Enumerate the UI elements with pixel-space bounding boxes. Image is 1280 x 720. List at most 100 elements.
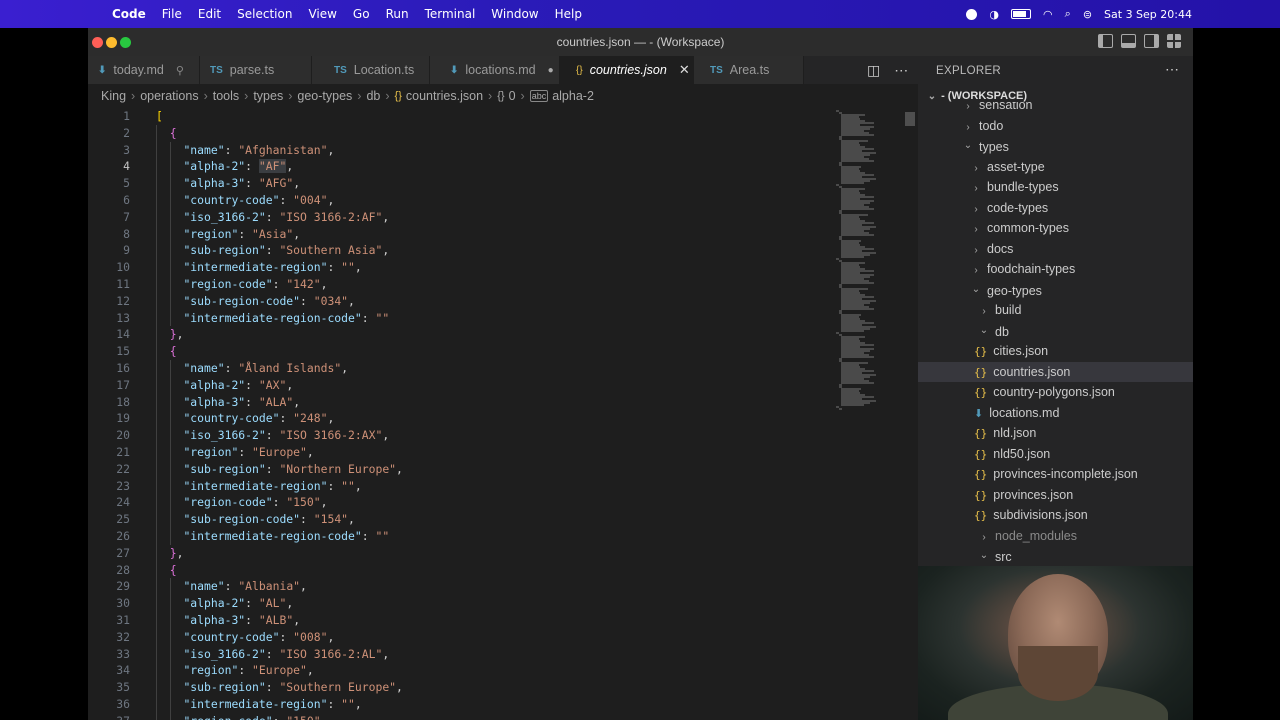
breadcrumb-item[interactable]: db <box>366 89 380 103</box>
wifi-icon[interactable]: ◠ <box>1043 8 1053 21</box>
code-line[interactable]: 29 "name": "Albania", <box>88 578 918 595</box>
code-line[interactable]: 36 "intermediate-region": "", <box>88 696 918 713</box>
code-text[interactable]: "name": "Afghanistan", <box>156 142 334 159</box>
menu-go[interactable]: Go <box>353 7 370 21</box>
tree-folder[interactable]: ⌄ types <box>918 136 1193 157</box>
code-text[interactable]: [ <box>156 108 163 125</box>
menu-help[interactable]: Help <box>555 7 582 21</box>
menu-edit[interactable]: Edit <box>198 7 221 21</box>
code-line[interactable]: 37 "region-code": "150", <box>88 713 918 720</box>
code-text[interactable]: "region": "Europe", <box>156 444 313 461</box>
code-text[interactable]: "alpha-3": "ALB", <box>156 612 300 629</box>
code-text[interactable]: "intermediate-region-code": "" <box>156 528 389 545</box>
tree-folder[interactable]: › bundle-types <box>918 177 1193 198</box>
breadcrumb-item[interactable]: countries.json <box>406 89 483 103</box>
tab-location-ts[interactable]: TS Location.ts <box>312 56 430 84</box>
workspace-header[interactable]: ⌄ - (WORKSPACE) <box>926 90 1027 102</box>
code-line[interactable]: 4 "alpha-2": "AF", <box>88 158 918 175</box>
code-text[interactable]: "region": "Europe", <box>156 662 313 679</box>
tree-file[interactable]: {} provinces-incomplete.json <box>918 464 1193 485</box>
tab-parse-ts[interactable]: TS parse.ts <box>200 56 312 84</box>
tree-file[interactable]: {} provinces.json <box>918 485 1193 506</box>
tree-folder[interactable]: › common-types <box>918 218 1193 239</box>
code-text[interactable]: "alpha-2": "AF", <box>156 158 293 175</box>
code-text[interactable]: "intermediate-region": "", <box>156 696 361 713</box>
code-editor[interactable]: 1[2 {3 "name": "Afghanistan", 4 "alpha-2"… <box>88 108 918 720</box>
breadcrumb-item[interactable]: types <box>253 89 283 103</box>
more-actions-icon[interactable]: ⋯ <box>1165 61 1179 78</box>
control-center-icon[interactable]: ⊜ <box>1083 8 1092 21</box>
code-text[interactable]: "intermediate-region": "", <box>156 478 361 495</box>
tree-folder[interactable]: › docs <box>918 239 1193 260</box>
code-text[interactable]: "country-code": "004", <box>156 192 334 209</box>
tree-folder[interactable]: › foodchain-types <box>918 259 1193 280</box>
breadcrumb-item[interactable]: tools <box>213 89 239 103</box>
code-text[interactable]: "region-code": "150", <box>156 494 327 511</box>
tree-folder[interactable]: ⌄ src <box>918 546 1193 567</box>
code-text[interactable]: "sub-region": "Southern Asia", <box>156 242 389 259</box>
code-text[interactable]: { <box>156 562 177 579</box>
tree-folder[interactable]: › asset-type <box>918 157 1193 178</box>
menu-app-name[interactable]: Code <box>112 7 146 21</box>
code-line[interactable]: 2 { <box>88 125 918 142</box>
code-text[interactable]: "iso_3166-2": "ISO 3166-2:AX", <box>156 427 389 444</box>
search-icon[interactable]: ⌕ <box>1065 7 1071 21</box>
code-text[interactable]: "sub-region-code": "154", <box>156 511 354 528</box>
code-text[interactable]: "region": "Asia", <box>156 226 300 243</box>
menu-file[interactable]: File <box>162 7 182 21</box>
menu-run[interactable]: Run <box>386 7 409 21</box>
breadcrumb-item[interactable]: alpha-2 <box>552 89 594 103</box>
code-line[interactable]: 12 "sub-region-code": "034", <box>88 293 918 310</box>
code-line[interactable]: 33 "iso_3166-2": "ISO 3166-2:AL", <box>88 646 918 663</box>
code-line[interactable]: 32 "country-code": "008", <box>88 629 918 646</box>
code-line[interactable]: 3 "name": "Afghanistan", <box>88 142 918 159</box>
code-line[interactable]: 11 "region-code": "142", <box>88 276 918 293</box>
tree-folder[interactable]: › todo <box>918 116 1193 137</box>
code-text[interactable]: "alpha-2": "AX", <box>156 377 293 394</box>
code-line[interactable]: 24 "region-code": "150", <box>88 494 918 511</box>
code-line[interactable]: 1[ <box>88 108 918 125</box>
code-line[interactable]: 6 "country-code": "004", <box>88 192 918 209</box>
minimap[interactable] <box>836 108 904 720</box>
code-line[interactable]: 16 "name": "Åland Islands", <box>88 360 918 377</box>
tree-folder[interactable]: › code-types <box>918 198 1193 219</box>
code-line[interactable]: 28 { <box>88 562 918 579</box>
code-line[interactable]: 26 "intermediate-region-code": "" <box>88 528 918 545</box>
tree-file[interactable]: {} country-polygons.json <box>918 382 1193 403</box>
code-text[interactable]: { <box>156 125 177 142</box>
toggle-primary-sidebar-icon[interactable] <box>1098 34 1113 48</box>
code-line[interactable]: 25 "sub-region-code": "154", <box>88 511 918 528</box>
scrollbar-thumb[interactable] <box>905 112 915 126</box>
tab-countries-json[interactable]: {} countries.json ✕ <box>560 56 694 84</box>
code-text[interactable]: "alpha-3": "AFG", <box>156 175 300 192</box>
tree-file[interactable]: ⬇ locations.md <box>918 403 1193 424</box>
tree-folder[interactable]: ⌄ geo-types <box>918 280 1193 301</box>
code-line[interactable]: 13 "intermediate-region-code": "" <box>88 310 918 327</box>
menu-window[interactable]: Window <box>491 7 538 21</box>
tree-folder[interactable]: ⌄ db <box>918 321 1193 342</box>
code-line[interactable]: 21 "region": "Europe", <box>88 444 918 461</box>
breadcrumb-item[interactable]: 0 <box>509 89 516 103</box>
code-text[interactable]: "country-code": "008", <box>156 629 334 646</box>
code-text[interactable]: "region-code": "142", <box>156 276 327 293</box>
code-line[interactable]: 9 "sub-region": "Southern Asia", <box>88 242 918 259</box>
tree-file[interactable]: {} subdivisions.json <box>918 505 1193 526</box>
close-tab-icon[interactable]: ✕ <box>679 62 690 78</box>
code-text[interactable]: "region-code": "150", <box>156 713 327 720</box>
breadcrumb-item[interactable]: geo-types <box>297 89 352 103</box>
code-line[interactable]: 14 }, <box>88 326 918 343</box>
code-text[interactable]: "sub-region-code": "034", <box>156 293 354 310</box>
code-text[interactable]: "intermediate-region": "", <box>156 259 361 276</box>
tree-file[interactable]: {} nld.json <box>918 423 1193 444</box>
focus-icon[interactable]: ◑ <box>989 8 999 21</box>
code-text[interactable]: { <box>156 343 177 360</box>
pin-icon[interactable]: ⚲ <box>176 64 184 77</box>
tab-area-ts[interactable]: TS Area.ts <box>694 56 804 84</box>
editor-scrollbar[interactable] <box>904 108 916 720</box>
code-line[interactable]: 5 "alpha-3": "AFG", <box>88 175 918 192</box>
code-line[interactable]: 19 "country-code": "248", <box>88 410 918 427</box>
code-text[interactable]: "sub-region": "Northern Europe", <box>156 461 402 478</box>
battery-icon[interactable] <box>1011 9 1032 19</box>
code-line[interactable]: 8 "region": "Asia", <box>88 226 918 243</box>
breadcrumb-item[interactable]: King <box>101 89 126 103</box>
